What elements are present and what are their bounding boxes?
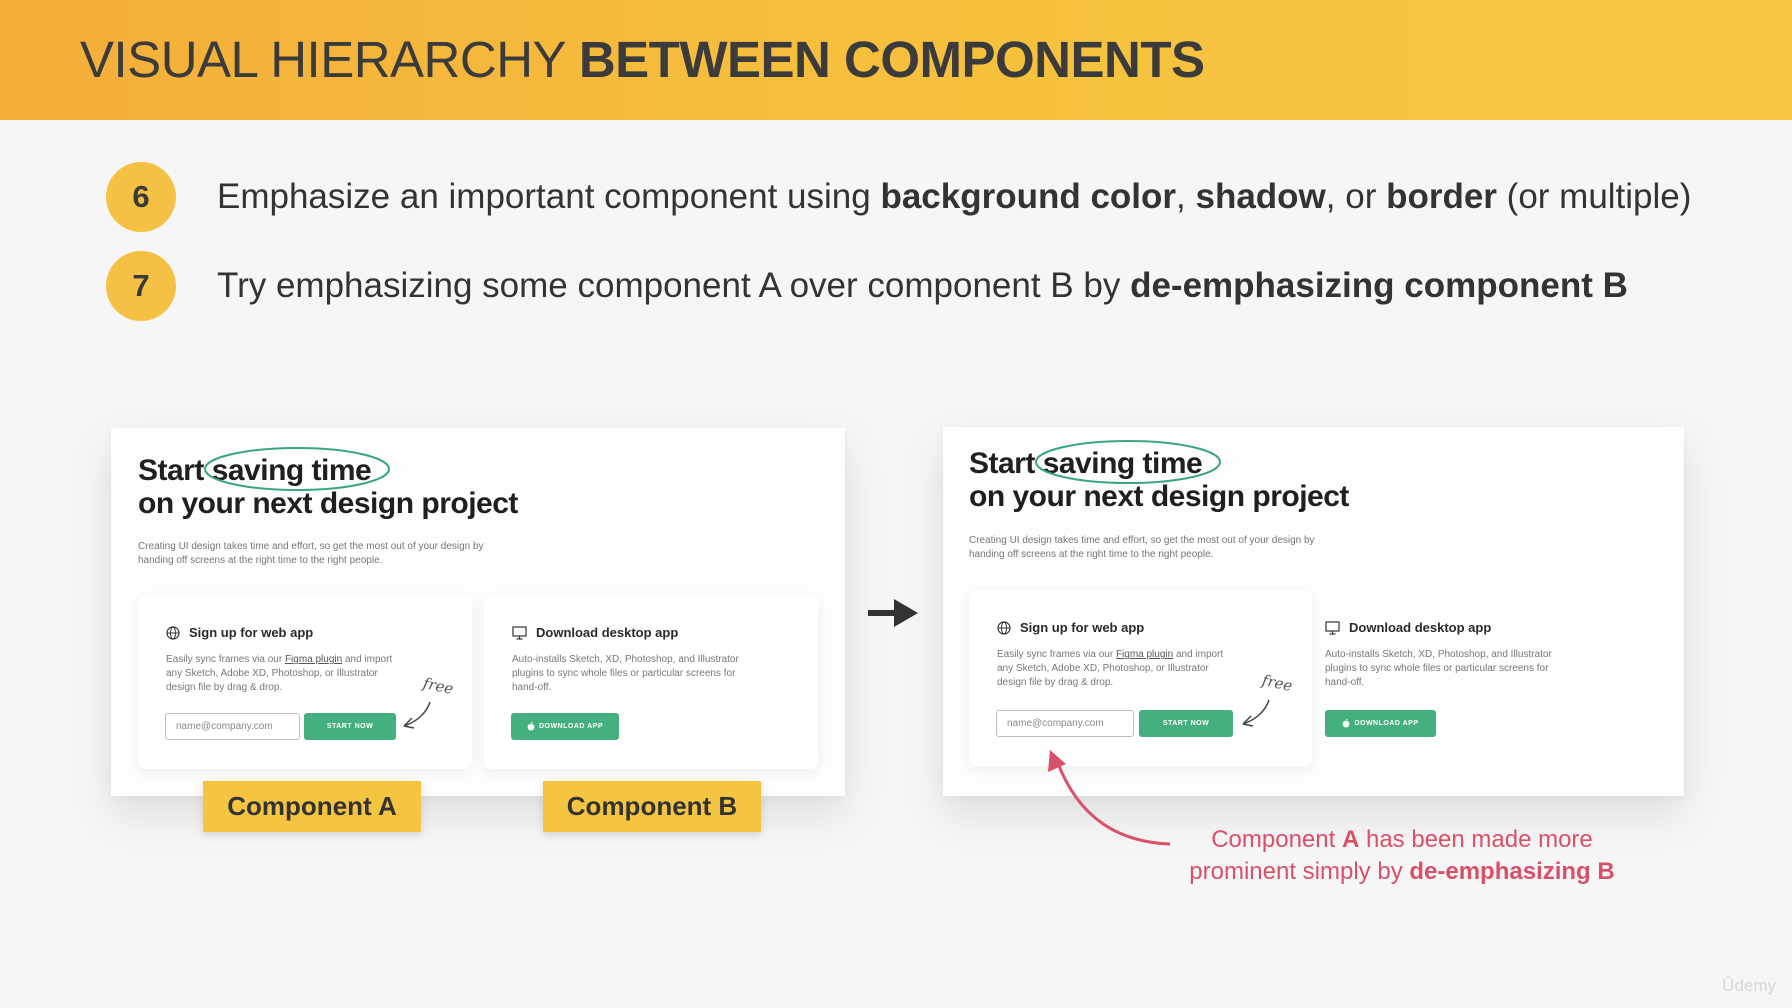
watermark-logo: Ûdemy	[1722, 976, 1776, 995]
annotation-note: Component A has been made more prominent…	[1189, 826, 1615, 885]
download-app-button[interactable]: DOWNLOAD APP	[1325, 710, 1436, 737]
curved-arrow-icon	[403, 701, 431, 729]
point-6: 6 Emphasize an important component using…	[106, 162, 1691, 232]
title-light: VISUAL HIERARCHY	[80, 31, 579, 88]
card-description: Easily sync frames via our Figma plugin …	[997, 649, 1224, 688]
card-title: Sign up for web app	[189, 625, 314, 640]
monitor-icon	[512, 625, 527, 640]
card-title: Download desktop app	[536, 625, 679, 640]
hero-description: Creating UI design takes time and effort…	[138, 541, 484, 566]
globe-icon	[997, 620, 1011, 635]
mockup-after: Start saving time on your next design pr…	[943, 427, 1684, 796]
card-signup: Sign up for web app Easily sync frames v…	[969, 590, 1312, 766]
hero-title: Start saving time on your next design pr…	[138, 447, 518, 520]
card-description: Easily sync frames via our Figma plugin …	[166, 654, 393, 693]
point-number: 6	[106, 162, 176, 232]
figma-plugin-link[interactable]: Figma plugin	[1116, 649, 1173, 660]
card-header: Sign up for web app	[997, 620, 1144, 635]
header-banner: VISUAL HIERARCHY BETWEEN COMPONENTS	[0, 0, 1792, 120]
hero-highlight: saving time	[1034, 440, 1221, 484]
globe-icon	[166, 625, 180, 640]
apple-icon	[1343, 719, 1350, 728]
component-a-label: Component A	[203, 781, 421, 832]
free-annotation: free	[1260, 671, 1295, 695]
curved-arrow-icon	[1242, 699, 1270, 727]
hero-highlight: saving time	[203, 447, 390, 491]
card-header: Download desktop app	[512, 625, 678, 640]
figma-plugin-link[interactable]: Figma plugin	[285, 654, 342, 665]
mockup-before: Start saving time on your next design pr…	[111, 428, 845, 796]
slide-title: VISUAL HIERARCHY BETWEEN COMPONENTS	[80, 30, 1205, 89]
highlight-ellipse-icon	[1034, 440, 1221, 484]
download-app-button[interactable]: DOWNLOAD APP	[511, 713, 619, 740]
card-title: Download desktop app	[1349, 620, 1492, 635]
highlight-ellipse-icon	[203, 447, 390, 491]
card-header: Download desktop app	[1325, 620, 1491, 635]
email-input[interactable]: name@company.com	[996, 710, 1134, 737]
title-bold: BETWEEN COMPONENTS	[578, 31, 1205, 88]
start-now-button[interactable]: START NOW	[304, 713, 396, 740]
card-description: Auto-installs Sketch, XD, Photoshop, and…	[512, 654, 739, 693]
card-header: Sign up for web app	[166, 625, 313, 640]
component-b-label: Component B	[543, 781, 761, 832]
point-7: 7 Try emphasizing some component A over …	[106, 251, 1628, 321]
free-annotation: free	[421, 674, 456, 698]
red-pointer-arrow-icon	[1048, 750, 1171, 846]
point-text: Emphasize an important component using b…	[217, 177, 1692, 216]
point-number: 7	[106, 251, 176, 321]
right-arrow-icon	[868, 599, 918, 627]
monitor-icon	[1325, 620, 1340, 635]
hero-description: Creating UI design takes time and effort…	[969, 535, 1315, 560]
card-download: Download desktop app Auto-installs Sketc…	[1299, 590, 1642, 766]
card-signup: Sign up for web app Easily sync frames v…	[138, 595, 472, 769]
start-now-button[interactable]: START NOW	[1139, 710, 1233, 737]
apple-icon	[527, 722, 535, 731]
card-download: Download desktop app Auto-installs Sketc…	[484, 595, 818, 769]
point-text: Try emphasizing some component A over co…	[217, 266, 1628, 305]
email-input[interactable]: name@company.com	[165, 713, 300, 740]
hero-title: Start saving time on your next design pr…	[969, 440, 1349, 513]
card-description: Auto-installs Sketch, XD, Photoshop, and…	[1325, 649, 1552, 688]
card-title: Sign up for web app	[1020, 620, 1145, 635]
